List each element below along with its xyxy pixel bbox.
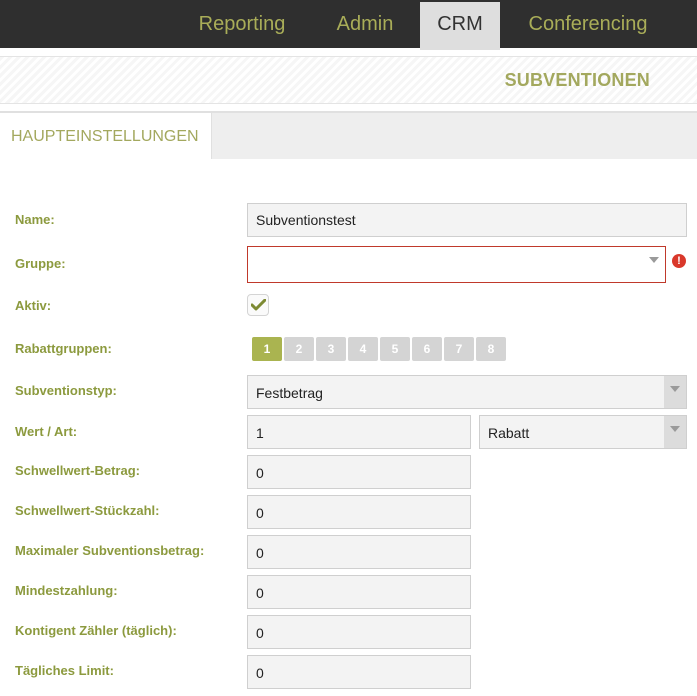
- schwellwert-stueckzahl-label: Schwellwert-Stückzahl:: [15, 503, 160, 518]
- kontingent-label: Kontigent Zähler (täglich):: [15, 623, 177, 638]
- gruppe-label: Gruppe:: [15, 256, 66, 271]
- section-header: SUBVENTIONEN: [0, 56, 697, 104]
- name-label: Name:: [15, 212, 55, 227]
- rabattgruppe-button-4[interactable]: 4: [348, 337, 378, 361]
- check-icon: [251, 299, 266, 311]
- settings-tab-row: HAUPTEINSTELLUNGEN: [0, 111, 697, 159]
- top-navigation: Reporting Admin CRM Conferencing: [0, 0, 697, 50]
- subventionstyp-select[interactable]: Festbetrag: [247, 375, 687, 409]
- mindestzahlung-label: Mindestzahlung:: [15, 583, 118, 598]
- nav-tab-conferencing[interactable]: Conferencing: [520, 0, 656, 48]
- rabattgruppe-button-6[interactable]: 6: [412, 337, 442, 361]
- aktiv-label: Aktiv:: [15, 298, 52, 313]
- schwellwert-betrag-label: Schwellwert-Betrag:: [15, 463, 140, 478]
- subventionstyp-label: Subventionstyp:: [15, 383, 117, 398]
- max-subventionsbetrag-label: Maximaler Subventionsbetrag:: [15, 543, 205, 558]
- art-value: Rabatt: [488, 425, 530, 441]
- wert-art-label: Wert / Art:: [15, 424, 78, 439]
- rabattgruppen-label: Rabattgruppen:: [15, 341, 112, 356]
- nav-tab-admin[interactable]: Admin: [325, 0, 405, 48]
- tab-haupteinstellungen[interactable]: HAUPTEINSTELLUNGEN: [0, 113, 212, 159]
- name-input[interactable]: Subventionstest: [247, 203, 687, 237]
- nav-tab-crm[interactable]: CRM: [420, 2, 500, 50]
- rabattgruppe-button-1[interactable]: 1: [252, 337, 282, 361]
- taegliches-limit-label: Tägliches Limit:: [15, 663, 114, 678]
- aktiv-checkbox[interactable]: [247, 294, 269, 316]
- exclamation-icon: !: [672, 254, 686, 268]
- gruppe-select[interactable]: [247, 246, 666, 283]
- chevron-down-icon[interactable]: [643, 247, 665, 282]
- taegliches-limit-input[interactable]: 0: [247, 655, 471, 689]
- art-select[interactable]: Rabatt: [479, 415, 687, 449]
- nav-tab-reporting[interactable]: Reporting: [190, 0, 294, 48]
- section-title: SUBVENTIONEN: [504, 70, 650, 90]
- mindestzahlung-input[interactable]: 0: [247, 575, 471, 609]
- rabattgruppe-button-3[interactable]: 3: [316, 337, 346, 361]
- tab-haupteinstellungen-label: HAUPTEINSTELLUNGEN: [11, 128, 199, 145]
- chevron-down-icon[interactable]: [664, 416, 686, 448]
- schwellwert-stueckzahl-input[interactable]: 0: [247, 495, 471, 529]
- chevron-down-icon[interactable]: [664, 376, 686, 408]
- wert-input[interactable]: 1: [247, 415, 471, 449]
- kontingent-input[interactable]: 0: [247, 615, 471, 649]
- rabattgruppe-button-8[interactable]: 8: [476, 337, 506, 361]
- rabattgruppe-button-2[interactable]: 2: [284, 337, 314, 361]
- subventionstyp-value: Festbetrag: [256, 385, 323, 401]
- rabattgruppe-button-5[interactable]: 5: [380, 337, 410, 361]
- max-subventionsbetrag-input[interactable]: 0: [247, 535, 471, 569]
- schwellwert-betrag-input[interactable]: 0: [247, 455, 471, 489]
- rabattgruppe-button-7[interactable]: 7: [444, 337, 474, 361]
